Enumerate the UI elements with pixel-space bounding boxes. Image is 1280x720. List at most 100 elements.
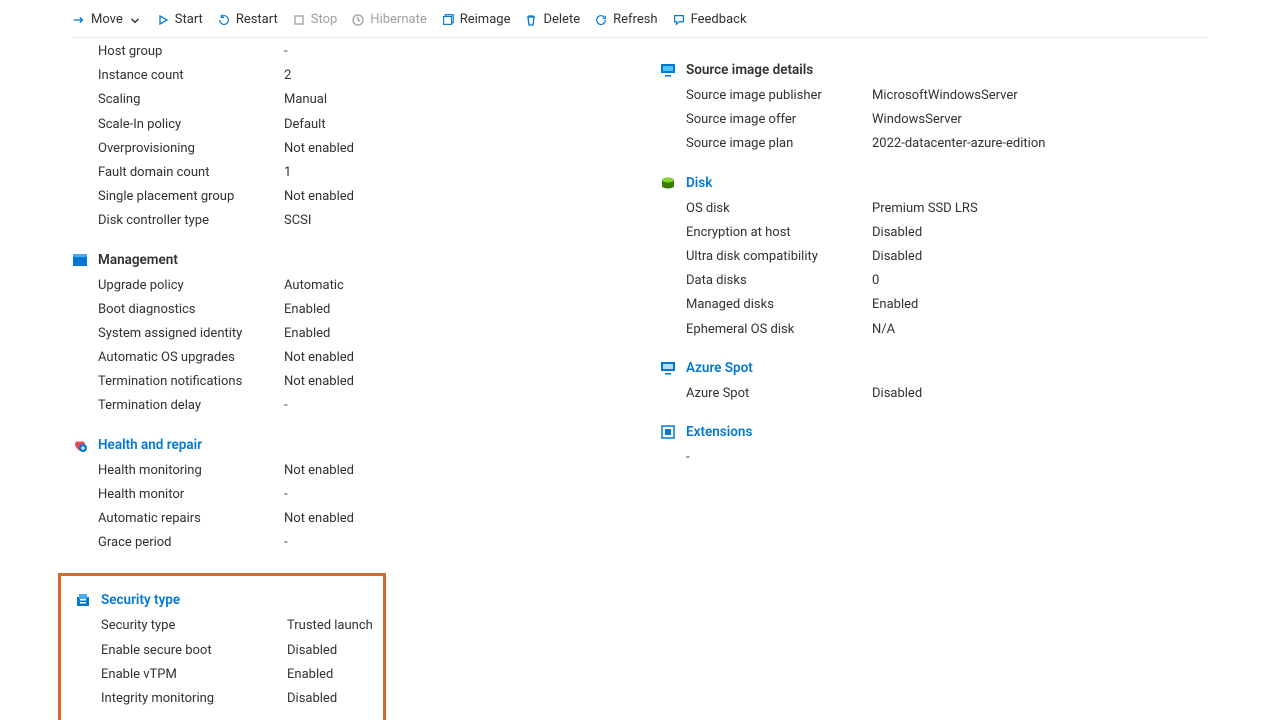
hibernate-icon — [351, 13, 365, 27]
label: Source image plan — [686, 135, 872, 153]
hibernate-label: Hibernate — [370, 12, 426, 27]
delete-label: Delete — [543, 12, 580, 27]
label: Source image offer — [686, 111, 872, 129]
source-image-section: Source image details Source image publis… — [660, 62, 1208, 157]
value: Not enabled — [284, 462, 620, 480]
reimage-button[interactable]: Reimage — [441, 12, 511, 27]
value: Not enabled — [284, 188, 620, 206]
source-image-header: Source image details — [660, 62, 1208, 78]
stop-button: Stop — [292, 12, 338, 27]
chevron-down-icon — [128, 13, 142, 27]
value: Not enabled — [284, 510, 620, 528]
value: Trusted launch — [287, 617, 377, 635]
value: Disabled — [287, 642, 377, 660]
refresh-button[interactable]: Refresh — [594, 12, 657, 27]
restart-icon — [217, 13, 231, 27]
health-section: Health and repair Health monitoringNot e… — [72, 437, 620, 556]
content-area: Host group- Instance count2 ScalingManua… — [72, 40, 1208, 720]
command-bar: Move Start Restart Stop — [72, 10, 1208, 38]
value: Not enabled — [284, 373, 620, 391]
value: N/A — [872, 321, 1208, 339]
label: Termination notifications — [98, 373, 284, 391]
refresh-icon — [594, 13, 608, 27]
extensions-header[interactable]: Extensions — [660, 424, 1208, 440]
stop-label: Stop — [311, 12, 338, 27]
delete-button[interactable]: Delete — [524, 12, 580, 27]
value: - — [284, 43, 620, 61]
value: Disabled — [872, 224, 1208, 242]
value: - — [284, 534, 620, 552]
security-header[interactable]: Security type — [75, 592, 377, 608]
extensions-icon — [660, 424, 676, 440]
value: Not enabled — [284, 140, 620, 158]
label: Grace period — [98, 534, 284, 552]
feedback-button[interactable]: Feedback — [672, 12, 747, 27]
hibernate-button: Hibernate — [351, 12, 426, 27]
stop-icon — [292, 13, 306, 27]
play-icon — [156, 13, 170, 27]
value: Automatic — [284, 277, 620, 295]
value: - — [284, 486, 620, 504]
extensions-title: Extensions — [686, 424, 752, 440]
label: Source image publisher — [686, 87, 872, 105]
disk-title: Disk — [686, 175, 712, 191]
health-icon — [72, 437, 88, 453]
feedback-label: Feedback — [691, 12, 747, 27]
disk-header[interactable]: Disk — [660, 175, 1208, 191]
start-label: Start — [175, 12, 203, 27]
move-label: Move — [91, 12, 123, 27]
value: - — [686, 449, 872, 467]
label: Scale-In policy — [98, 116, 284, 134]
label: Health monitoring — [98, 462, 284, 480]
label: Boot diagnostics — [98, 301, 284, 319]
label: Fault domain count — [98, 164, 284, 182]
value: SCSI — [284, 212, 620, 230]
extensions-section: Extensions - — [660, 424, 1208, 470]
value: Disabled — [287, 690, 377, 708]
label: Termination delay — [98, 397, 284, 415]
label: Security type — [101, 617, 287, 635]
label: Encryption at host — [686, 224, 872, 242]
label: Upgrade policy — [98, 277, 284, 295]
reimage-label: Reimage — [460, 12, 511, 27]
value: Disabled — [872, 385, 1208, 403]
delete-icon — [524, 13, 538, 27]
label: Automatic repairs — [98, 510, 284, 528]
security-highlight: Security type Security typeTrusted launc… — [58, 573, 386, 720]
label: Scaling — [98, 91, 284, 109]
label: Ultra disk compatibility — [686, 248, 872, 266]
feedback-icon — [672, 13, 686, 27]
move-button[interactable]: Move — [72, 12, 142, 27]
value: 2022-datacenter-azure-edition — [872, 135, 1208, 153]
value: Not enabled — [284, 349, 620, 367]
label: OS disk — [686, 200, 872, 218]
management-icon — [72, 252, 88, 268]
left-column: Host group- Instance count2 ScalingManua… — [72, 40, 620, 720]
management-header: Management — [72, 252, 620, 268]
label: Enable secure boot — [101, 642, 287, 660]
health-title: Health and repair — [98, 437, 202, 453]
value: Enabled — [284, 325, 620, 343]
right-column: Source image details Source image publis… — [660, 40, 1208, 720]
monitor-icon — [660, 62, 676, 78]
value: Premium SSD LRS — [872, 200, 1208, 218]
spot-header[interactable]: Azure Spot — [660, 360, 1208, 376]
value: WindowsServer — [872, 111, 1208, 129]
value: Disabled — [872, 248, 1208, 266]
value: MicrosoftWindowsServer — [872, 87, 1208, 105]
essentials-section: Host group- Instance count2 ScalingManua… — [72, 40, 620, 234]
security-icon — [75, 592, 91, 608]
label: System assigned identity — [98, 325, 284, 343]
label: Single placement group — [98, 188, 284, 206]
restart-label: Restart — [236, 12, 278, 27]
start-button[interactable]: Start — [156, 12, 203, 27]
value: Enabled — [287, 666, 377, 684]
value: 1 — [284, 164, 620, 182]
reimage-icon — [441, 13, 455, 27]
restart-button[interactable]: Restart — [217, 12, 278, 27]
refresh-label: Refresh — [613, 12, 657, 27]
value: Enabled — [284, 301, 620, 319]
health-header[interactable]: Health and repair — [72, 437, 620, 453]
value: Enabled — [872, 296, 1208, 314]
label: Ephemeral OS disk — [686, 321, 872, 339]
